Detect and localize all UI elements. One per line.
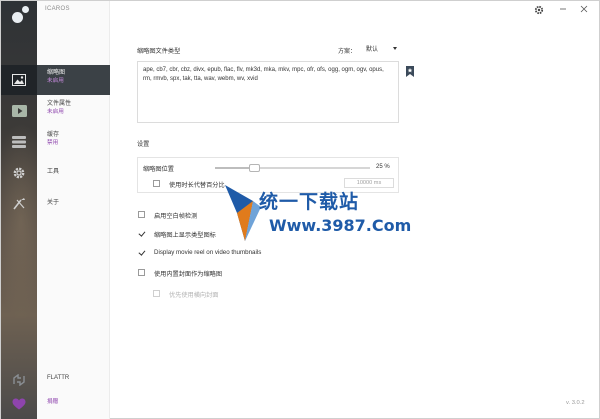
landscape-cover-checkbox[interactable]	[153, 290, 160, 297]
sidebar-item-status: 未启用	[47, 109, 64, 115]
minimize-button[interactable]	[557, 3, 569, 15]
sidebar-item-label: 工具	[47, 169, 60, 175]
sidebar-item-tools[interactable]: 工具	[37, 164, 110, 194]
position-slider-track[interactable]	[215, 167, 370, 169]
embedded-cover-label: 使用内置封面作为缩略图	[154, 271, 223, 278]
gear-icon[interactable]	[1, 158, 37, 188]
tools-icon[interactable]	[1, 189, 37, 219]
use-duration-checkbox[interactable]	[153, 180, 160, 187]
position-slider-thumb[interactable]	[248, 164, 260, 172]
watermark-url: Www.3987.Com	[269, 216, 412, 235]
position-label: 缩略图位置	[143, 166, 174, 173]
sidebar-item-label: 缓存	[47, 132, 60, 138]
blank-frame-detection-label: 启用空白帧检测	[154, 213, 198, 220]
file-types-heading: 缩略图文件类型	[137, 48, 181, 55]
embedded-cover-checkbox[interactable]	[138, 269, 145, 276]
sidebar-item-label: 缩略图	[47, 70, 66, 76]
storage-icon[interactable]	[1, 127, 37, 157]
sidebar-item-properties[interactable]: 文件属性 未启用	[37, 96, 110, 126]
minimize-icon	[560, 8, 566, 10]
position-percent-text: 25 %	[376, 164, 390, 170]
app-title: ICAROS	[45, 6, 70, 12]
logo-icon	[10, 5, 30, 25]
movie-reel-checkbox[interactable]	[138, 249, 145, 256]
scheme-label: 方案：	[338, 49, 357, 55]
use-duration-label: 使用时长代替百分比	[169, 182, 225, 189]
sidebar-item-about[interactable]: 关于	[37, 195, 110, 225]
scheme-selected-value: 默认	[366, 47, 379, 53]
settings-heading: 设置	[137, 141, 150, 148]
sidebar-item-label: 捐赠	[47, 399, 59, 405]
heart-icon[interactable]	[1, 389, 37, 419]
sidebar-item-label: 文件属性	[47, 101, 72, 107]
sidebar-item-status: 未启用	[47, 78, 64, 84]
sidebar-item-status: 禁用	[47, 140, 59, 146]
app-window: ICAROS 缩略图 未启用 文件属性 未启用 缓存 禁用 工具 关于 FLAT…	[0, 0, 600, 419]
file-extensions-textarea[interactable]: ape, cb7, cbr, cbz, divx, epub, flac, fl…	[137, 61, 399, 123]
watermark-text: 统一下载站	[259, 191, 360, 213]
sidebar-item-thumbnails[interactable]: 缩略图 未启用	[37, 65, 110, 95]
landscape-cover-label: 优先使用横向封面	[169, 292, 219, 299]
scheme-dropdown[interactable]: 默认	[366, 44, 399, 55]
gear-icon	[534, 5, 544, 15]
icon-rail	[1, 1, 37, 419]
position-slider-fill	[215, 167, 254, 169]
sidebar-item-label: FLATTR	[47, 375, 70, 381]
sidebar-item-donate[interactable]: 捐赠	[37, 394, 110, 419]
type-icon-label: 缩略图上显示类型图标	[154, 232, 216, 239]
chevron-down-icon	[393, 47, 397, 50]
image-icon[interactable]	[1, 65, 37, 95]
video-play-icon[interactable]	[1, 96, 37, 126]
bookmark-star-icon	[406, 66, 414, 77]
settings-gear-button[interactable]	[534, 5, 544, 15]
version-text: v. 3.0.2	[566, 400, 585, 406]
close-icon	[580, 5, 588, 13]
sidebar-item-label: 关于	[47, 200, 60, 206]
movie-reel-label: Display movie reel on video thumbnails	[154, 249, 262, 256]
close-button[interactable]	[578, 3, 590, 15]
bookmark-button[interactable]	[406, 66, 414, 77]
sidebar-item-cache[interactable]: 缓存 禁用	[37, 127, 110, 157]
blank-frame-detection-checkbox[interactable]	[138, 211, 145, 218]
type-icon-checkbox[interactable]	[138, 230, 145, 237]
